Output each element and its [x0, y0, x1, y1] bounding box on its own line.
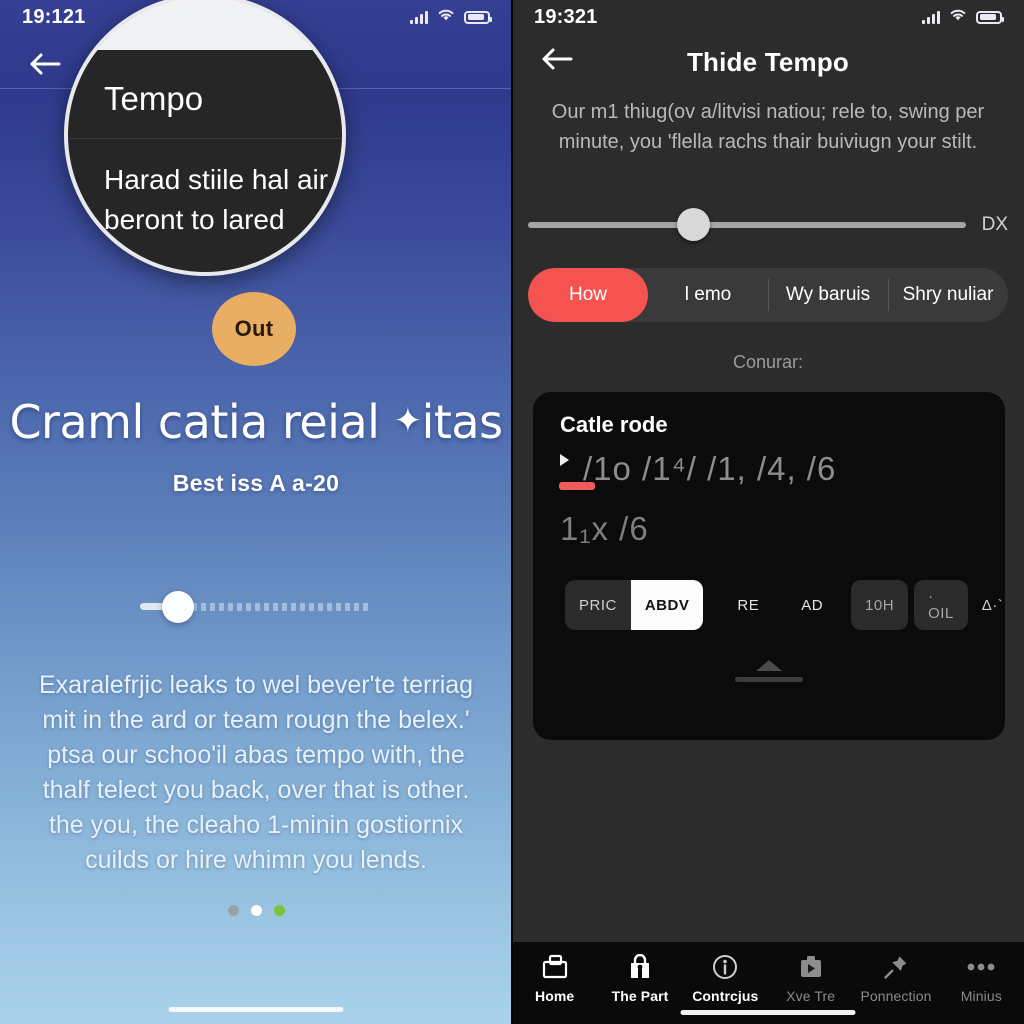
tab-ponnection[interactable]: Ponnection [853, 952, 938, 1004]
lock-bag-icon [627, 952, 653, 982]
info-circle-icon [711, 952, 739, 982]
home-indicator-bar [168, 1007, 344, 1012]
magnifier-loupe: Tempo Harad stiile hal air beront to lar… [64, 0, 346, 276]
card-line-1: /1o /1⁴/ /1, /4, /6 [583, 450, 837, 487]
card-chip-row: PRIC ABDV RE AD 10H · OIL Δ·` | [565, 580, 1003, 630]
tab-shry-nuliar[interactable]: Shry nuliar [888, 268, 1008, 322]
chip-abdv[interactable]: ABDV [630, 580, 704, 630]
body-paragraph: Exaralefrjic leaks to wel bever'te terri… [38, 671, 474, 874]
tab-contrcjus[interactable]: Contrcjus [683, 952, 768, 1004]
tab-label: The Part [611, 988, 669, 1004]
tab-label: Contrcjus [692, 988, 759, 1004]
page-indicator [0, 905, 512, 916]
signal-bars-icon [922, 10, 940, 24]
tempo-slider[interactable] [140, 591, 370, 623]
chip-10h[interactable]: 10H [851, 580, 909, 630]
pin-icon [882, 952, 910, 982]
wifi-icon [436, 7, 456, 27]
slider-knob[interactable] [676, 208, 710, 241]
tab-the-part[interactable]: The Part [597, 952, 682, 1004]
chevron-up-icon[interactable] [756, 660, 782, 671]
out-badge[interactable]: Out [212, 292, 296, 366]
slider-track[interactable] [528, 208, 966, 241]
tab-label: Minius [960, 988, 1002, 1004]
page-dot-3[interactable] [273, 905, 285, 916]
page-title-text: Craml catia reial [9, 395, 380, 449]
page-subtitle: Best iss A a-20 [172, 470, 340, 496]
right-phone-screen: 19:321 Thide Tempo Our m1 thiug(ov a/lit… [512, 0, 1024, 1024]
tab-home[interactable]: Home [512, 952, 597, 1004]
wifi-icon [948, 7, 968, 27]
card-collapse-area[interactable] [533, 660, 1005, 682]
tab-minius[interactable]: Minius [939, 952, 1024, 1004]
chip-delta[interactable]: Δ·` [968, 580, 1005, 630]
card-handle-line [735, 677, 803, 682]
dual-screenshot-root: 19:121 Out Craml catia reial ✦itas Best … [0, 0, 1024, 1024]
chip-oil[interactable]: · OIL [914, 580, 968, 630]
active-indicator-bar [559, 482, 595, 490]
loupe-top-strip [68, 0, 342, 50]
status-time: 19:321 [534, 5, 598, 28]
card-title: Catle rode [560, 412, 668, 437]
right-nav-bar: Thide Tempo [512, 38, 1024, 86]
segmented-control: How l emo Wy baruis Shry nuliar [528, 268, 1008, 322]
left-phone-screen: 19:121 Out Craml catia reial ✦itas Best … [0, 0, 512, 1024]
loupe-divider [68, 138, 342, 139]
card-line-1-row: /1o /1⁴/ /1, /4, /6 [560, 450, 991, 488]
ellipsis-icon [966, 952, 996, 982]
loupe-body: Harad stiile hal air beront to lared [104, 164, 329, 235]
tab-xve-tre[interactable]: Xve Tre [768, 952, 853, 1004]
sparkle-icon: ✦ [393, 401, 423, 441]
back-arrow-icon[interactable] [28, 51, 62, 77]
tab-label: Ponnection [860, 988, 932, 1004]
slider-value-label: DX [981, 214, 1008, 235]
page-title-tail: itas [421, 395, 503, 449]
page-dot-2[interactable] [250, 905, 262, 916]
loupe-heading: Tempo [104, 80, 204, 117]
tab-how[interactable]: How [528, 268, 648, 322]
loupe-content: Tempo Harad stiile hal air beront to lar… [68, 0, 342, 272]
media-briefcase-icon [797, 952, 825, 982]
page-title: Thide Tempo [686, 46, 850, 77]
signal-bars-icon [410, 10, 428, 24]
chip-pric[interactable]: PRIC [565, 580, 631, 630]
tempo-slider[interactable]: DX [512, 205, 1024, 245]
battery-icon [976, 10, 1004, 24]
status-icon-group [922, 7, 1004, 27]
tab-wy-baruis[interactable]: Wy baruis [768, 268, 888, 322]
slider-knob[interactable] [162, 591, 194, 623]
content-card: Catle rode /1o /1⁴/ /1, /4, /6 1₁x /6 PR… [533, 392, 1005, 740]
right-status-bar: 19:321 [512, 0, 1024, 34]
page-description: Our m1 thiug(ov a/litvisi natiou; rele t… [551, 101, 985, 153]
tab-label: Xve Tre [786, 988, 836, 1004]
home-indicator-bar [680, 1010, 856, 1015]
chip-re[interactable]: RE [723, 580, 773, 630]
card-line-2: 1₁x /6 [560, 510, 649, 547]
section-sublabel: Conurar: [732, 352, 804, 372]
tab-lemo[interactable]: l emo [648, 268, 768, 322]
panel-divider [511, 0, 513, 1024]
tab-label: Home [535, 988, 575, 1004]
page-dot-1[interactable] [227, 905, 239, 916]
inbox-tray-icon [541, 952, 569, 982]
battery-icon [464, 10, 492, 24]
chip-ad[interactable]: AD [787, 580, 837, 630]
status-icon-group [410, 7, 492, 27]
back-arrow-icon[interactable] [540, 46, 574, 77]
out-badge-label: Out [234, 316, 274, 341]
play-caret-icon [560, 454, 569, 466]
page-title: Craml catia reial ✦itas [0, 398, 512, 446]
slider-tick-marks [192, 603, 370, 611]
